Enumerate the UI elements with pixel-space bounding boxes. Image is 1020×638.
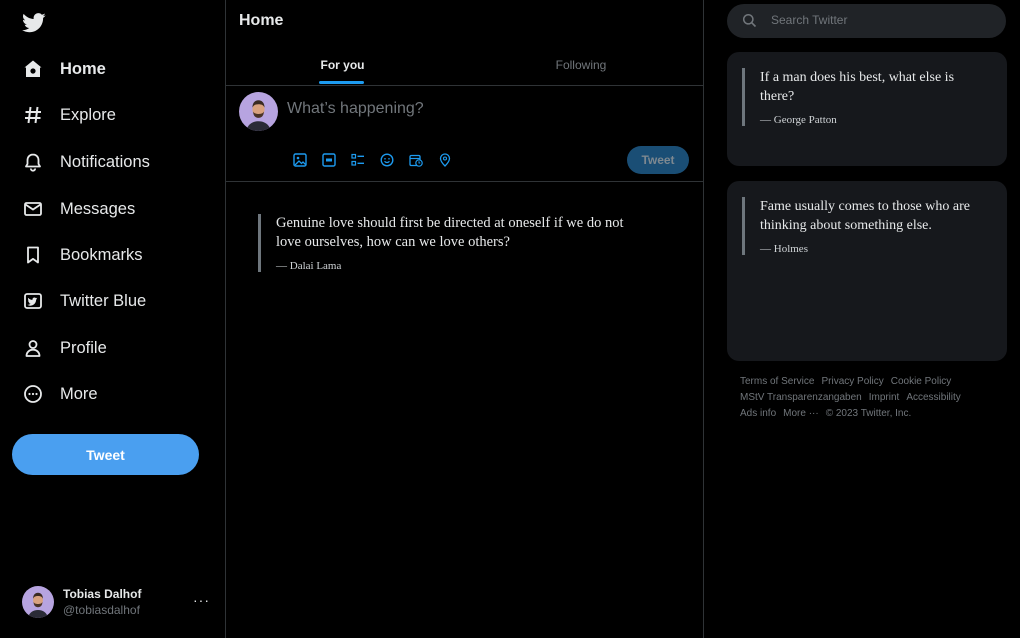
nav-messages[interactable]: Messages [12, 189, 145, 229]
quote-author: — George Patton [760, 114, 837, 126]
envelope-icon [22, 198, 44, 220]
search-input[interactable] [771, 13, 991, 27]
quote-card: If a man does his best, what else is the… [727, 52, 1007, 166]
home-icon [22, 58, 44, 80]
location-icon[interactable] [434, 152, 456, 168]
tweet-composer: Tweet [226, 86, 703, 182]
page-title: Home [239, 12, 284, 29]
account-handle: @tobiasdalhof [63, 603, 140, 617]
account-text: Tobias Dalhof @tobiasdalhof [63, 586, 141, 618]
quote-author: — Dalai Lama [276, 260, 342, 272]
nav-bookmarks[interactable]: Bookmarks [12, 235, 153, 275]
quote-text: Fame usually comes to those who are thin… [760, 199, 970, 233]
timeline-quote: Genuine love should first be directed at… [258, 214, 648, 272]
emoji-icon[interactable] [376, 152, 398, 168]
footer-link-imprint[interactable]: Imprint [869, 392, 900, 403]
tweet-button[interactable]: Tweet [12, 434, 199, 475]
account-name: Tobias Dalhof [63, 587, 142, 601]
footer-link-terms[interactable]: Terms of Service [740, 376, 814, 387]
footer-link-accessibility[interactable]: Accessibility [906, 392, 960, 403]
nav-bookmarks-label: Bookmarks [60, 245, 143, 264]
nav-explore[interactable]: Explore [12, 95, 126, 135]
twitter-blue-icon [22, 290, 44, 312]
nav-twitter-blue-label: Twitter Blue [60, 291, 147, 310]
search-icon [742, 13, 757, 28]
nav-twitter-blue[interactable]: Twitter Blue [12, 281, 156, 321]
nav-notifications[interactable]: Notifications [12, 142, 160, 182]
footer-links: Terms of Service Privacy Policy Cookie Pol… [740, 374, 1010, 422]
hashtag-icon [22, 104, 44, 126]
nav-explore-label: Explore [60, 105, 116, 124]
tab-for-you[interactable]: For you [226, 44, 459, 85]
twitter-logo-icon[interactable] [22, 12, 46, 34]
left-sidebar: Home Explore Notifications Messages Book… [0, 0, 225, 638]
poll-icon[interactable] [347, 152, 369, 168]
main-column: Home For you Following What’s happening?… [225, 0, 704, 638]
nav-more-label: More [60, 384, 98, 403]
timeline-tabs: For you Following [226, 44, 703, 86]
compose-tweet-button[interactable]: Tweet [627, 146, 689, 174]
tab-following[interactable]: Following [459, 44, 703, 85]
nav-home-label: Home [60, 59, 106, 78]
composer-toolbar [289, 152, 463, 168]
gif-icon[interactable] [318, 152, 340, 168]
nav-messages-label: Messages [60, 199, 136, 218]
nav-profile[interactable]: Profile [12, 328, 117, 368]
avatar [22, 586, 54, 618]
image-icon[interactable] [289, 152, 311, 168]
footer-copyright: © 2023 Twitter, Inc. [825, 408, 912, 419]
card-quote: Fame usually comes to those who are thin… [742, 197, 987, 255]
account-more-icon[interactable]: ··· [193, 592, 210, 608]
bookmark-icon [22, 244, 44, 266]
footer-link-cookie[interactable]: Cookie Policy [891, 376, 952, 387]
active-tab-indicator [319, 81, 364, 84]
schedule-icon[interactable] [405, 152, 427, 168]
search-box[interactable] [727, 4, 1006, 38]
quote-card: Fame usually comes to those who are thin… [727, 181, 1007, 361]
nav-home[interactable]: Home [12, 49, 116, 89]
account-switcher[interactable]: Tobias Dalhof @tobiasdalhof ··· [22, 584, 212, 620]
quote-text: Genuine love should first be directed at… [276, 215, 624, 250]
footer-link-privacy[interactable]: Privacy Policy [821, 376, 883, 387]
nav-more[interactable]: More [12, 374, 108, 414]
compose-input[interactable] [287, 100, 677, 118]
bell-icon [22, 151, 44, 173]
footer-link-mstv[interactable]: MStV Transparenzangaben [740, 392, 862, 403]
nav-profile-label: Profile [60, 338, 107, 357]
more-circle-icon [22, 383, 44, 405]
footer-link-more[interactable]: More ··· [783, 408, 819, 419]
card-quote: If a man does his best, what else is the… [742, 68, 987, 126]
person-icon [22, 337, 44, 359]
footer-link-ads-info[interactable]: Ads info [740, 408, 776, 419]
quote-text: If a man does his best, what else is the… [760, 70, 955, 104]
nav-notifications-label: Notifications [60, 152, 150, 171]
quote-author: — Holmes [760, 243, 808, 255]
composer-avatar[interactable] [239, 92, 278, 131]
